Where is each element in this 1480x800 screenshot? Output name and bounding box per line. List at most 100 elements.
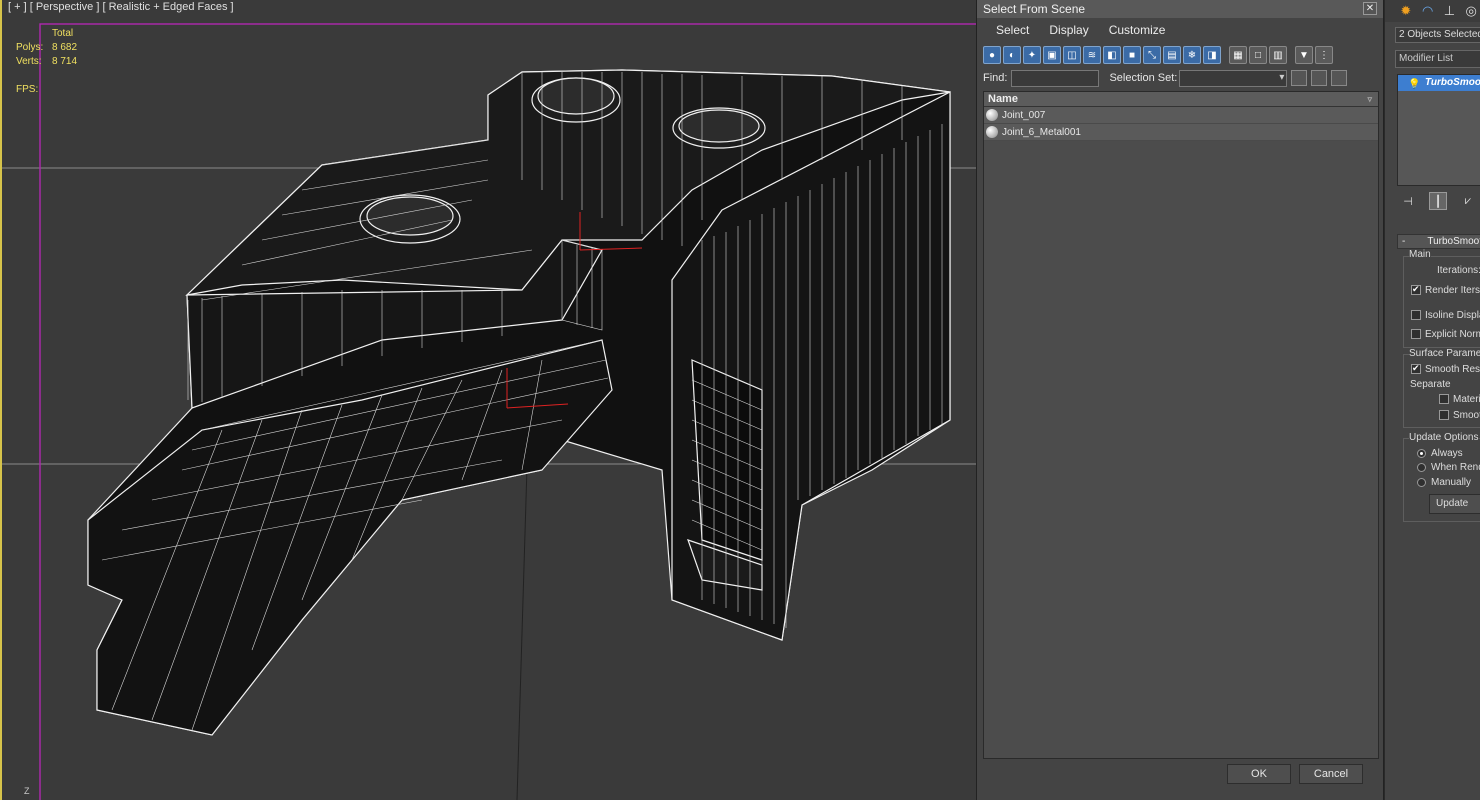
separate-label: Separate — [1410, 379, 1451, 390]
display-frozen-icon[interactable]: ❄ — [1183, 46, 1201, 64]
dialog-toolbar: ● ◐ ✦ ▣ ◫ ≋ ◧ ■ ⤡ ▤ ❄ ◨ ▦ □ ▥ ▼ ⋮ — [983, 44, 1333, 66]
make-unique-icon[interactable]: ⩗ — [1459, 192, 1477, 210]
smoothing-groups-row[interactable]: Smoothing Groups — [1439, 410, 1480, 421]
selection-name-field[interactable]: 2 Objects Selected — [1395, 27, 1480, 43]
display-xrefs-icon[interactable]: ■ — [1123, 46, 1141, 64]
close-icon[interactable]: ✕ — [1363, 2, 1377, 15]
modifier-stack: 💡 TurboSmooth — [1397, 74, 1480, 186]
geometry-object-icon — [986, 126, 998, 138]
dialog-titlebar[interactable]: Select From Scene ✕ — [977, 0, 1383, 18]
render-iters-checkbox[interactable] — [1411, 284, 1421, 296]
when-rendering-label: When Rendering — [1431, 462, 1480, 473]
update-button[interactable]: Update — [1429, 494, 1480, 514]
name-column-header[interactable]: Name ▿ — [984, 92, 1378, 107]
geometry-object-icon — [986, 109, 998, 121]
scene-object-list: Name ▿ Joint_007 Joint_6_Metal001 — [983, 91, 1379, 759]
update-options-title: Update Options — [1409, 432, 1479, 443]
explicit-normals-checkbox[interactable] — [1411, 329, 1421, 340]
wireframe-scene — [2, 23, 976, 800]
display-lights-icon[interactable]: ✦ — [1023, 46, 1041, 64]
smooth-result-row[interactable]: Smooth Result — [1411, 363, 1480, 375]
create-selection-set-icon[interactable] — [1291, 70, 1308, 86]
select-invert-icon[interactable]: ▥ — [1269, 46, 1287, 64]
smooth-result-label: Smooth Result — [1425, 364, 1480, 375]
manually-label: Manually — [1431, 477, 1472, 488]
turbosmooth-rollout-header[interactable]: - TurboSmooth — [1397, 234, 1480, 249]
modifier-list-dropdown[interactable]: Modifier List — [1395, 50, 1480, 68]
list-item[interactable]: Joint_6_Metal001 — [984, 124, 1378, 141]
iterations-label: Iterations: — [1437, 265, 1480, 276]
command-panel: ✹ ◠ ⊥ ◎ 2 Objects Selected Modifier List… — [1384, 0, 1480, 800]
verts-value: 8 714 — [52, 56, 78, 67]
hierarchy-icon[interactable]: ⊥ — [1441, 2, 1459, 20]
edit-selection-set-icon[interactable] — [1311, 70, 1328, 86]
render-iters-row[interactable]: Render Iters: — [1411, 284, 1480, 296]
display-helpers-icon[interactable]: ◫ — [1063, 46, 1081, 64]
display-shapes-icon[interactable]: ◐ — [1003, 46, 1021, 64]
find-row: Find: Selection Set: — [983, 68, 1379, 88]
filter-icon[interactable]: ▼ — [1295, 46, 1313, 64]
smooth-result-checkbox[interactable] — [1411, 363, 1421, 375]
menu-customize[interactable]: Customize — [1109, 23, 1166, 37]
perspective-viewport[interactable]: [ + ] [ Perspective ] [ Realistic + Edge… — [0, 0, 976, 800]
display-spacewarps-icon[interactable]: ≋ — [1083, 46, 1101, 64]
list-item[interactable]: Joint_007 — [984, 107, 1378, 124]
display-geometry-icon[interactable]: ● — [983, 46, 1001, 64]
materials-label: Materials — [1453, 394, 1480, 405]
isoline-row[interactable]: Isoline Display — [1411, 310, 1480, 321]
sun-icon[interactable]: ✹ — [1397, 2, 1415, 20]
when-rendering-radio[interactable] — [1417, 462, 1426, 472]
name-column-label: Name — [988, 93, 1018, 105]
selection-set-dropdown[interactable] — [1179, 69, 1288, 87]
display-hidden-icon[interactable]: ◨ — [1203, 46, 1221, 64]
display-containers-icon[interactable]: ▤ — [1163, 46, 1181, 64]
delete-selection-set-icon[interactable] — [1331, 70, 1348, 86]
select-all-icon[interactable]: ▦ — [1229, 46, 1247, 64]
isoline-checkbox[interactable] — [1411, 310, 1421, 321]
explicit-normals-row[interactable]: Explicit Normals — [1411, 329, 1480, 340]
statistics-overlay: Total Polys: 8 682 Verts: 8 714 FPS: — [16, 27, 92, 97]
ok-button[interactable]: OK — [1227, 764, 1291, 784]
materials-checkbox[interactable] — [1439, 394, 1449, 405]
polys-label: Polys: — [16, 42, 44, 53]
viewport-label[interactable]: [ + ] [ Perspective ] [ Realistic + Edge… — [8, 1, 234, 13]
display-cameras-icon[interactable]: ▣ — [1043, 46, 1061, 64]
fps-label: FPS: — [16, 84, 39, 95]
verts-label: Verts: — [16, 56, 42, 67]
always-label: Always — [1431, 448, 1463, 459]
sort-icon[interactable]: ▿ — [1367, 94, 1372, 105]
list-item-label: Joint_6_Metal001 — [1002, 126, 1081, 138]
dialog-menubar: Select Display Customize — [977, 18, 1383, 42]
stack-tools: ⊣ ┃ ⩗ — [1399, 192, 1477, 210]
menu-select[interactable]: Select — [996, 23, 1029, 37]
manually-row[interactable]: Manually — [1417, 477, 1471, 488]
motion-icon[interactable]: ◎ — [1462, 2, 1480, 20]
collapse-icon: - — [1402, 236, 1406, 247]
always-row[interactable]: Always — [1417, 448, 1463, 459]
stack-entry-label: TurboSmooth — [1425, 77, 1480, 88]
cancel-button[interactable]: Cancel — [1299, 764, 1363, 784]
main-group-title: Main — [1409, 249, 1431, 260]
explicit-normals-label: Explicit Normals — [1425, 329, 1480, 340]
surface-parameters-title: Surface Parameters — [1409, 348, 1480, 359]
filter-options-icon[interactable]: ⋮ — [1315, 46, 1333, 64]
show-end-result-icon[interactable]: ┃ — [1429, 192, 1447, 210]
find-input[interactable] — [1011, 69, 1100, 87]
display-groups-icon[interactable]: ◧ — [1103, 46, 1121, 64]
always-radio[interactable] — [1417, 448, 1426, 458]
isoline-label: Isoline Display — [1425, 310, 1480, 321]
when-rendering-row[interactable]: When Rendering — [1417, 462, 1480, 473]
stack-entry-turbosmooth[interactable]: 💡 TurboSmooth — [1398, 75, 1480, 91]
manually-radio[interactable] — [1417, 477, 1426, 487]
materials-row[interactable]: Materials — [1439, 394, 1480, 405]
select-from-scene-dialog: Select From Scene ✕ Select Display Custo… — [976, 0, 1384, 800]
joint-model — [87, 69, 951, 736]
smoothing-groups-checkbox[interactable] — [1439, 410, 1449, 421]
lightbulb-icon[interactable]: 💡 — [1408, 77, 1420, 93]
display-bones-icon[interactable]: ⤡ — [1143, 46, 1161, 64]
menu-display[interactable]: Display — [1049, 23, 1088, 37]
select-none-icon[interactable]: □ — [1249, 46, 1267, 64]
modify-icon[interactable]: ◠ — [1419, 2, 1437, 20]
pin-stack-icon[interactable]: ⊣ — [1399, 192, 1417, 210]
rollout-title: TurboSmooth — [1427, 236, 1480, 247]
